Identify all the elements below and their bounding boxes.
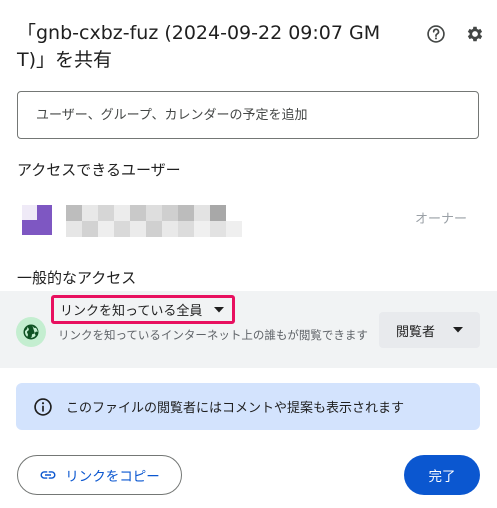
caret-down-icon	[214, 306, 225, 312]
owner-role-label: オーナー	[414, 212, 467, 227]
copy-link-button[interactable]: リンクをコピー	[17, 455, 182, 495]
info-text: このファイルの閲覧者にはコメントや提案も表示されます	[66, 401, 405, 416]
info-banner: このファイルの閲覧者にはコメントや提案も表示されます	[16, 383, 480, 430]
globe-badge	[16, 317, 46, 347]
general-access-selected: リンクを知っている全員	[60, 304, 203, 319]
role-dropdown[interactable]: 閲覧者	[379, 312, 480, 348]
add-people-input[interactable]	[17, 91, 479, 139]
general-access-heading: 一般的なアクセス	[17, 269, 137, 287]
done-button[interactable]: 完了	[404, 455, 480, 495]
help-icon	[427, 25, 445, 43]
share-dialog: 「gnb-cxbz-fuz (2024-09-22 09:07 GMT)」を共有…	[0, 0, 497, 508]
general-access-dropdown[interactable]: リンクを知っている全員	[51, 295, 236, 324]
settings-button[interactable]	[463, 22, 487, 46]
gear-icon	[467, 26, 483, 42]
general-access-description: リンクを知っているインターネット上の誰もが閲覧できます	[58, 328, 368, 342]
dialog-title: 「gnb-cxbz-fuz (2024-09-22 09:07 GMT)」を共有	[17, 22, 381, 71]
general-access-row: リンクを知っている全員 リンクを知っているインターネット上の誰もが閲覧できます …	[0, 291, 497, 368]
people-with-access-heading: アクセスできるユーザー	[17, 161, 181, 179]
avatar	[22, 205, 52, 235]
user-row[interactable]: オーナー	[0, 195, 497, 247]
help-button[interactable]	[424, 22, 448, 46]
caret-down-icon	[453, 327, 463, 333]
link-icon	[39, 466, 57, 484]
globe-icon	[23, 324, 39, 340]
role-selected: 閲覧者	[395, 324, 435, 340]
copy-link-label: リンクをコピー	[65, 469, 160, 485]
info-icon	[34, 397, 52, 416]
redacted-user-name	[66, 205, 242, 237]
